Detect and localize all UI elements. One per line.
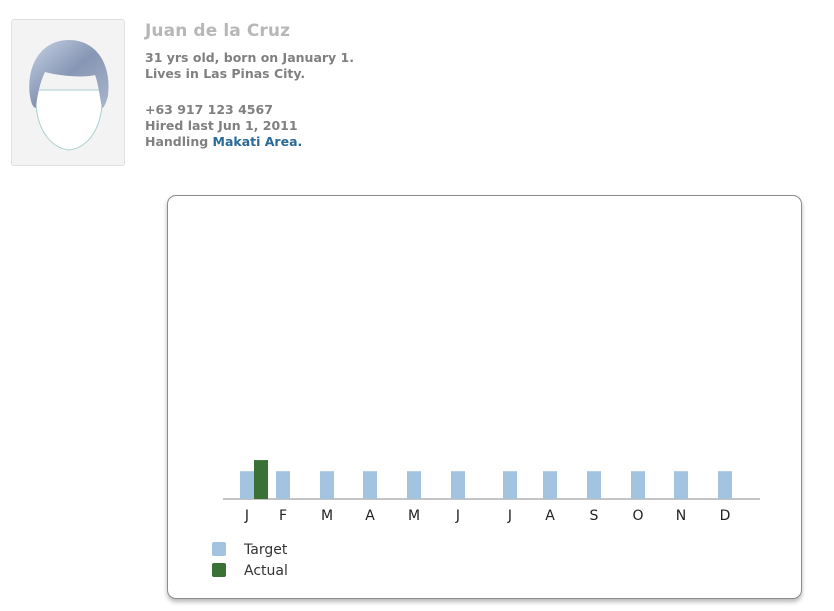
x-tick-label: M [408, 508, 420, 524]
profile-residence: Lives in Las Pinas City. [145, 66, 306, 81]
profile-contact: +63 917 123 4567 Hired last Jun 1, 2011 … [145, 102, 302, 150]
handling-area-link[interactable]: Makati Area. [213, 134, 303, 149]
bar-target-5 [407, 471, 421, 499]
bar-target-8 [543, 471, 557, 499]
x-tick-label: D [720, 508, 731, 524]
legend-label-actual: Actual [244, 563, 288, 579]
profile-handling: Handling Makati Area. [145, 134, 302, 150]
chart-panel: J F M A M J J A S O N D Target Actual [167, 195, 802, 599]
bar-target-7 [503, 471, 517, 499]
bar-target-9 [587, 471, 601, 499]
legend-swatch-actual [212, 563, 226, 577]
profile-bio: 31 yrs old, born on January 1. Lives in … [145, 50, 354, 82]
legend-label-target: Target [243, 542, 288, 558]
monthly-bar-chart: J F M A M J J A S O N D Target Actual [212, 460, 760, 579]
profile-hired: Hired last Jun 1, 2011 [145, 118, 298, 133]
profile-name: Juan de la Cruz [145, 21, 291, 41]
bar-target-12 [718, 471, 732, 499]
x-tick-label: F [279, 508, 287, 524]
bar-target-2 [276, 471, 290, 499]
x-tick-label: J [507, 508, 512, 524]
bar-target-4 [363, 471, 377, 499]
x-tick-label: O [632, 508, 643, 524]
x-tick-label: N [676, 508, 686, 524]
handling-prefix: Handling [145, 134, 213, 149]
bar-target-6 [451, 471, 465, 499]
profile-avatar [11, 19, 125, 166]
profile-phone: +63 917 123 4567 [145, 102, 273, 117]
bar-target-10 [631, 471, 645, 499]
x-tick-label: M [321, 508, 333, 524]
legend-swatch-target [212, 542, 226, 556]
x-tick-label: A [545, 508, 555, 524]
avatar-silhouette-icon [29, 40, 109, 151]
x-tick-label: S [590, 508, 599, 524]
profile-age-birth: 31 yrs old, born on January 1. [145, 50, 354, 65]
bar-actual-1 [254, 460, 268, 499]
bar-target-3 [320, 471, 334, 499]
x-tick-label: A [365, 508, 375, 524]
x-tick-label: J [455, 508, 460, 524]
bar-target-11 [674, 471, 688, 499]
x-tick-label: J [244, 508, 249, 524]
bar-target-1 [240, 471, 254, 499]
